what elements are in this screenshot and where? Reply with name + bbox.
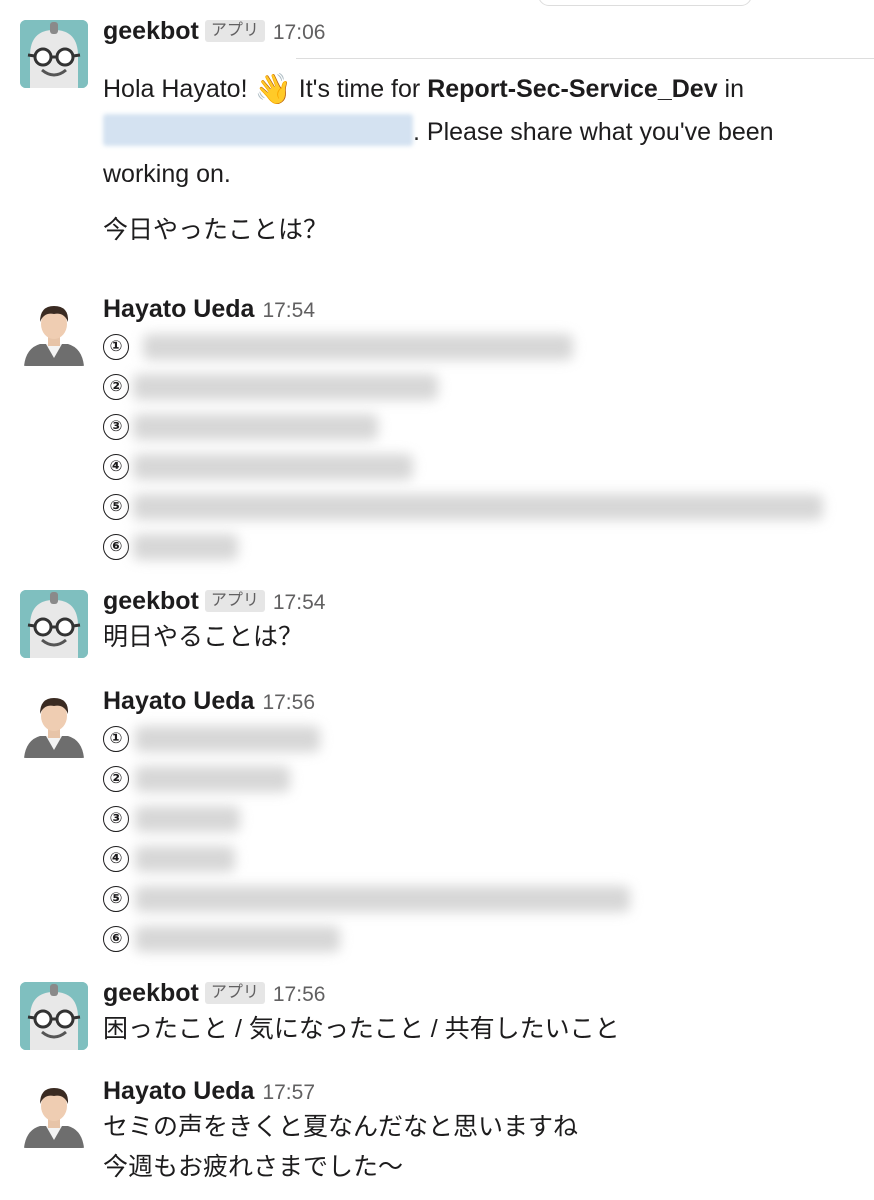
author-name[interactable]: Hayato Ueda (103, 1077, 254, 1105)
list-item: ⑤ (103, 486, 854, 526)
report-name: Report-Sec-Service_Dev (427, 75, 718, 103)
numbered-list: ① ② ③ ④ ⑤ ⑥ (103, 718, 854, 958)
numbered-list: ① ② ③ ④ ⑤ ⑥ (103, 326, 854, 566)
list-item: ② (103, 758, 854, 798)
robot-glasses-icon (20, 590, 88, 658)
list-item: ③ (103, 798, 854, 838)
message-text: Hola Hayato! 👋 It's time for Report-Sec-… (103, 68, 854, 251)
message-header: Hayato Ueda 17:56 (103, 686, 854, 716)
message-header: Hayato Ueda 17:57 (103, 1076, 854, 1106)
person-photo-icon (20, 690, 88, 758)
author-name[interactable]: geekbot (103, 979, 199, 1007)
timestamp[interactable]: 17:56 (273, 983, 326, 1006)
list-number: ① (103, 726, 129, 752)
list-number: ① (103, 334, 129, 360)
blurred-text (135, 806, 240, 832)
list-item: ⑤ (103, 878, 854, 918)
list-item: ④ (103, 446, 854, 486)
list-number: ⑤ (103, 886, 129, 912)
list-number: ⑤ (103, 494, 129, 520)
redacted-channel-link[interactable] (103, 114, 413, 146)
person-photo-icon (20, 298, 88, 366)
greeting-mid: It's time for (291, 75, 428, 103)
list-number: ③ (103, 414, 129, 440)
list-item: ⑥ (103, 526, 854, 566)
app-badge: アプリ (204, 20, 265, 42)
list-item: ④ (103, 838, 854, 878)
list-item: ⑥ (103, 918, 854, 958)
blurred-text (133, 414, 378, 440)
blurred-text (135, 886, 630, 912)
blurred-text (135, 926, 340, 952)
hayato-avatar[interactable] (20, 1080, 88, 1148)
message-header: geekbot アプリ 17:54 (103, 586, 854, 616)
blurred-text (133, 534, 238, 560)
list-number: ④ (103, 454, 129, 480)
date-divider-pill[interactable] (538, 0, 752, 6)
blurred-text (133, 374, 438, 400)
message-header: Hayato Ueda 17:54 (103, 294, 854, 324)
message-text: セミの声をきくと夏なんだなと思いますね 今週もお疲れさまでした〜 (103, 1106, 854, 1188)
message-content: Hayato Ueda 17:54 ① ② ③ ④ ⑤ ⑥ (103, 294, 854, 566)
message-header: geekbot アプリ 17:56 (103, 978, 854, 1008)
timestamp[interactable]: 17:06 (273, 21, 326, 44)
greeting-end: in (717, 75, 745, 103)
list-number: ② (103, 374, 129, 400)
message-line: セミの声をきくと夏なんだなと思いますね (103, 1113, 579, 1141)
question-text: 今日やったことは？ (103, 216, 329, 244)
list-number: ⑥ (103, 534, 129, 560)
blurred-text (133, 454, 413, 480)
wave-emoji-icon: 👋 (254, 73, 292, 106)
list-number: ③ (103, 806, 129, 832)
timestamp[interactable]: 17:54 (273, 591, 326, 614)
list-number: ② (103, 766, 129, 792)
message-content: Hayato Ueda 17:57 セミの声をきくと夏なんだなと思いますね 今週も… (103, 1076, 854, 1188)
list-item: ① (103, 718, 854, 758)
hayato-avatar[interactable] (20, 298, 88, 366)
person-photo-icon (20, 1080, 88, 1148)
geekbot-avatar[interactable] (20, 20, 88, 88)
list-number: ④ (103, 846, 129, 872)
timestamp[interactable]: 17:56 (262, 691, 315, 714)
geekbot-avatar[interactable] (20, 982, 88, 1050)
list-item: ③ (103, 406, 854, 446)
message-content: geekbot アプリ 17:06 Hola Hayato! 👋 It's time… (103, 16, 854, 251)
message-line: 今週もお疲れさまでした〜 (103, 1153, 404, 1181)
blurred-text (135, 726, 320, 752)
message-header: geekbot アプリ 17:06 (103, 16, 854, 46)
author-name[interactable]: Hayato Ueda (103, 295, 254, 323)
geekbot-avatar[interactable] (20, 590, 88, 658)
message-content: geekbot アプリ 17:56 困ったこと / 気になったこと / 共有したいこ… (103, 978, 854, 1050)
app-badge: アプリ (204, 982, 265, 1004)
list-item: ① (103, 326, 854, 366)
blurred-text (135, 846, 235, 872)
greeting-start: Hola Hayato! (103, 75, 255, 103)
blurred-text (133, 494, 823, 520)
list-number: ⑥ (103, 926, 129, 952)
question-text: 困ったこと / 気になったこと / 共有したいこと (103, 1015, 620, 1043)
list-item: ② (103, 366, 854, 406)
robot-glasses-icon (20, 20, 88, 88)
author-name[interactable]: geekbot (103, 587, 199, 615)
hayato-avatar[interactable] (20, 690, 88, 758)
blurred-text (143, 334, 573, 360)
author-name[interactable]: geekbot (103, 17, 199, 45)
blurred-text (135, 766, 290, 792)
app-badge: アプリ (204, 590, 265, 612)
author-name[interactable]: Hayato Ueda (103, 687, 254, 715)
greeting-paragraph: Hola Hayato! 👋 It's time for Report-Sec-… (103, 68, 854, 195)
message-content: Hayato Ueda 17:56 ① ② ③ ④ ⑤ ⑥ (103, 686, 854, 958)
question-text: 明日やることは？ (103, 623, 304, 651)
robot-glasses-icon (20, 982, 88, 1050)
message-content: geekbot アプリ 17:54 明日やることは？ (103, 586, 854, 658)
timestamp[interactable]: 17:54 (262, 299, 315, 322)
timestamp[interactable]: 17:57 (262, 1081, 315, 1104)
